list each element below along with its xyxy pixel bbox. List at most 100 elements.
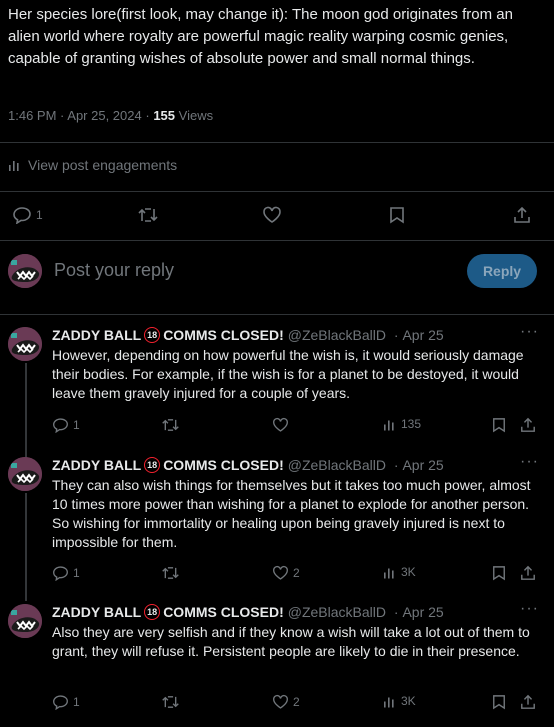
retweet-button[interactable]: [161, 694, 180, 710]
reply-count: 1: [73, 418, 80, 432]
author-name[interactable]: ZADDY BALL: [52, 327, 141, 343]
reply-text: Also they are very selfish and if they k…: [52, 624, 530, 659]
post-date[interactable]: Apr 25, 2024: [67, 108, 141, 123]
post-action-bar: 1: [0, 200, 554, 230]
reply-icon: [53, 695, 68, 710]
analytics-icon: [384, 697, 394, 707]
retweet-button[interactable]: [161, 565, 180, 581]
bookmark-icon: [493, 566, 505, 581]
views-button[interactable]: 3K: [383, 694, 416, 708]
author-name-suffix[interactable]: COMMS CLOSED!: [163, 604, 284, 620]
share-icon: [521, 694, 535, 709]
retweet-button[interactable]: [161, 417, 180, 433]
bookmark-button[interactable]: [492, 694, 506, 710]
bookmark-icon: [493, 418, 505, 433]
like-button[interactable]: 2: [272, 565, 300, 581]
engagements-label: View post engagements: [28, 157, 178, 173]
avatar-image: [8, 254, 42, 288]
avatar-image: [8, 457, 42, 491]
bookmark-button[interactable]: [389, 206, 405, 224]
reply-text: However, depending on how powerful the w…: [52, 347, 524, 401]
reply-header: ZADDY BALL 18 COMMS CLOSED! @ZeBlackBall…: [52, 457, 444, 473]
views-count: 3K: [401, 694, 416, 708]
author-handle[interactable]: @ZeBlackBallD: [288, 604, 386, 620]
like-icon: [273, 565, 288, 580]
like-count: 2: [293, 566, 300, 580]
divider: [0, 191, 554, 192]
reply-submit-button[interactable]: Reply: [467, 254, 537, 288]
like-button[interactable]: [272, 417, 293, 433]
bookmark-icon: [390, 207, 404, 224]
analytics-icon: [384, 420, 394, 430]
share-button[interactable]: [513, 206, 531, 224]
views-button[interactable]: 3K: [383, 565, 416, 579]
post-time[interactable]: 1:46 PM: [8, 108, 56, 123]
reply-avatar[interactable]: [8, 457, 42, 491]
divider: [0, 240, 554, 241]
author-name-suffix[interactable]: COMMS CLOSED!: [163, 327, 284, 343]
avatar-image: [8, 327, 42, 361]
share-button[interactable]: [520, 417, 536, 433]
reply-action-bar: 1 135: [0, 415, 554, 445]
views-count: 3K: [401, 565, 416, 579]
like-button[interactable]: 2: [272, 694, 300, 710]
reply-composer: Post your reply Reply: [0, 250, 554, 294]
more-icon[interactable]: ···: [520, 600, 539, 618]
bookmark-button[interactable]: [492, 417, 506, 433]
author-name[interactable]: ZADDY BALL: [52, 457, 141, 473]
like-button[interactable]: [262, 206, 282, 224]
reply-button[interactable]: 1: [12, 206, 43, 224]
author-name-suffix[interactable]: COMMS CLOSED!: [163, 457, 284, 473]
reply-date[interactable]: Apr 25: [402, 457, 443, 473]
views-count: 135: [401, 417, 422, 431]
share-button[interactable]: [520, 694, 536, 710]
reply-count: 1: [36, 208, 43, 222]
age-badge: 18: [144, 327, 161, 343]
author-name[interactable]: ZADDY BALL: [52, 604, 141, 620]
like-icon: [273, 417, 288, 432]
reply-text: They can also wish things for themselves…: [52, 477, 531, 550]
reply-avatar[interactable]: [8, 327, 42, 361]
retweet-button[interactable]: [137, 206, 159, 224]
views-label: Views: [178, 108, 214, 123]
reply-button[interactable]: 1: [52, 417, 80, 433]
analytics-icon: [384, 568, 394, 578]
share-button[interactable]: [520, 565, 536, 581]
reply-count: 1: [73, 695, 80, 709]
main-post-text: Her species lore(first look, may change …: [8, 6, 513, 67]
retweet-icon: [162, 419, 179, 431]
reply-button[interactable]: 1: [52, 694, 80, 710]
reply-action-bar: 1 2 3K: [0, 563, 554, 593]
views-count: 155: [153, 108, 176, 123]
author-handle[interactable]: @ZeBlackBallD: [288, 457, 386, 473]
divider: [0, 314, 554, 315]
retweet-icon: [138, 208, 158, 222]
reply-header: ZADDY BALL 18 COMMS CLOSED! @ZeBlackBall…: [52, 604, 444, 620]
reply-icon: [53, 418, 68, 433]
more-icon[interactable]: ···: [520, 453, 539, 471]
author-handle[interactable]: @ZeBlackBallD: [288, 327, 386, 343]
reply-date[interactable]: Apr 25: [402, 604, 443, 620]
avatar-image: [8, 604, 42, 638]
reply-button[interactable]: 1: [52, 565, 80, 581]
share-icon: [521, 417, 535, 432]
reply-header: ZADDY BALL 18 COMMS CLOSED! @ZeBlackBall…: [52, 327, 444, 343]
reply-input[interactable]: Post your reply: [54, 260, 174, 281]
reply-count: 1: [73, 566, 80, 580]
retweet-icon: [162, 567, 179, 579]
age-badge: 18: [144, 604, 161, 620]
bookmark-icon: [493, 695, 505, 710]
like-icon: [273, 694, 288, 709]
reply-date[interactable]: Apr 25: [402, 327, 443, 343]
divider: [0, 142, 554, 143]
view-engagements-link[interactable]: View post engagements: [8, 157, 177, 173]
like-count: 2: [293, 695, 300, 709]
reply-avatar[interactable]: [8, 604, 42, 638]
post-meta: 1:46 PM · Apr 25, 2024 · 155 Views: [8, 108, 214, 123]
views-button[interactable]: 135: [383, 417, 421, 431]
reply-icon: [53, 566, 68, 581]
retweet-icon: [162, 696, 179, 708]
more-icon[interactable]: ···: [520, 323, 539, 341]
bookmark-button[interactable]: [492, 565, 506, 581]
user-avatar[interactable]: [8, 254, 42, 288]
